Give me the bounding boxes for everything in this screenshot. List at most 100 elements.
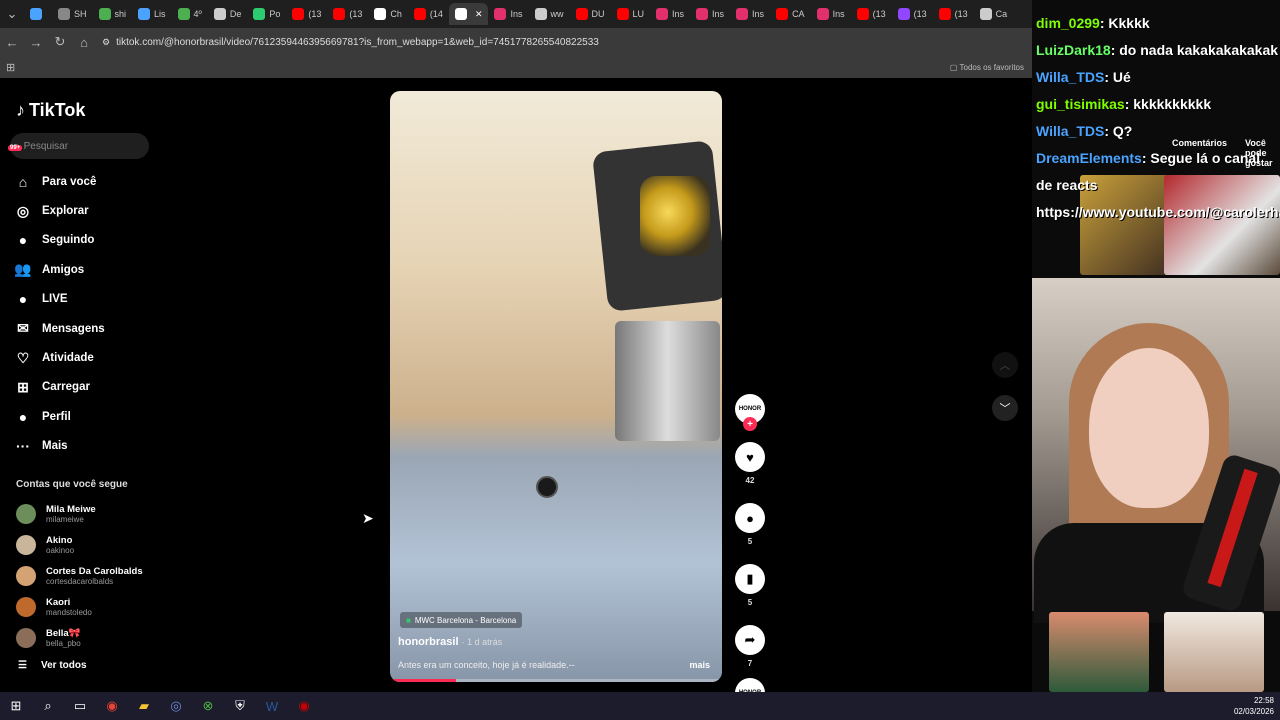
tab-close-icon[interactable]: ✕ — [475, 9, 483, 20]
share-arrow-icon: ➦ — [735, 625, 765, 655]
browser-tab[interactable]: Lis — [132, 3, 172, 25]
video-player[interactable]: ■ MWC Barcelona - Barcelona honorbrasil … — [390, 91, 722, 682]
browser-tab[interactable]: 4º — [172, 3, 208, 25]
search-taskbar-icon[interactable]: ⌕ — [32, 692, 64, 720]
browser-tab[interactable]: (13 — [851, 3, 892, 25]
browser-tab[interactable]: (13 — [327, 3, 368, 25]
search-input[interactable]: ⌕ Pesquisar — [10, 133, 149, 159]
forward-arrow-icon[interactable]: → — [24, 30, 48, 54]
sidebar-item-para-você[interactable]: ⌂ Para você — [14, 167, 174, 196]
tab-label: 4º — [193, 9, 202, 19]
share-action[interactable]: ➦ 7 — [735, 625, 765, 668]
sidebar-item-atividade[interactable]: ♡ 99+ Atividade — [8, 145, 174, 372]
browser-tab[interactable]: Ins — [690, 3, 730, 25]
chat-username: DreamElements — [1036, 150, 1142, 166]
followed-account[interactable]: Cortes Da Carolbalds cortesdacarolbalds — [16, 560, 186, 591]
browser-tab[interactable]: De — [208, 3, 248, 25]
home-button-icon[interactable]: ⌂ — [72, 30, 96, 54]
browser-tab[interactable]: Ch — [368, 3, 408, 25]
sidebar-item-perfil[interactable]: ● Perfil — [14, 402, 174, 431]
reload-icon[interactable]: ↻ — [48, 30, 72, 54]
tab-favicon-icon — [534, 8, 547, 20]
save-action[interactable]: ▮ 5 — [735, 564, 765, 607]
browser-tab[interactable]: CA — [770, 3, 811, 25]
task-view-icon[interactable]: ▭ — [64, 692, 96, 720]
shield-icon[interactable]: ⛨ — [224, 692, 256, 720]
sidebar-item-label: Amigos — [42, 263, 85, 276]
browser-tab[interactable]: SH — [52, 3, 93, 25]
account-text: Akino oakinoo — [46, 535, 74, 555]
account-handle: mandstoledo — [46, 607, 92, 617]
browser-tab[interactable]: shi — [93, 3, 133, 25]
chevron-down-icon[interactable]: ﹀ — [992, 395, 1018, 421]
chat-text: : kkkkkkkkkk — [1124, 96, 1212, 112]
followed-account[interactable]: Akino oakinoo — [16, 529, 186, 560]
browser-tab[interactable]: DU — [570, 3, 611, 25]
browser-tab[interactable]: (13 — [286, 3, 327, 25]
tiktok-logo[interactable]: ♪ TikTok — [16, 100, 85, 121]
discord-icon[interactable]: ◎ — [160, 692, 192, 720]
xbox-icon[interactable]: ⊗ — [192, 692, 224, 720]
comment-action[interactable]: ● 5 — [735, 503, 765, 546]
friends-icon: 👥 — [14, 261, 32, 278]
video-author[interactable]: honorbrasil · 1 d atrás — [398, 636, 502, 648]
tab-favicon-icon — [696, 8, 709, 20]
browser-tab[interactable]: Ins — [730, 3, 770, 25]
sidebar-item-carregar[interactable]: ⊞ Carregar — [14, 373, 174, 402]
sidebar-item-explorar[interactable]: ◎ Explorar — [14, 196, 174, 225]
file-explorer-icon[interactable]: ▰ — [128, 692, 160, 720]
creator-avatar[interactable]: HONOR + — [735, 394, 765, 431]
sidebar-nav: ⌂ Para você ◎ Explorar ● Seguindo 👥 Amigos ● LIVE… — [8, 145, 174, 461]
chrome-icon[interactable]: ◉ — [96, 692, 128, 720]
sidebar-item-amigos[interactable]: 👥 Amigos — [14, 255, 174, 284]
account-text: Cortes Da Carolbalds cortesdacarolbalds — [46, 566, 143, 586]
back-arrow-icon[interactable]: ← — [0, 30, 24, 54]
follow-plus-icon[interactable]: + — [743, 417, 757, 431]
browser-tab[interactable]: (13 — [892, 3, 933, 25]
apps-grid-icon[interactable]: ⊞ — [6, 61, 15, 74]
browser-tab[interactable]: (13 — [933, 3, 974, 25]
browser-tab[interactable]: Ins — [488, 3, 528, 25]
taskbar-clock[interactable]: 22:58 02/03/2026 — [1234, 695, 1274, 717]
location-tag[interactable]: ■ MWC Barcelona - Barcelona — [400, 612, 523, 628]
tab-favicon-icon — [656, 8, 669, 20]
browser-tab[interactable]: Ins — [650, 3, 690, 25]
tab-label: CA — [792, 9, 805, 19]
chevron-up-icon[interactable]: ︿ — [992, 352, 1018, 378]
account-handle: bella_pbo — [46, 638, 81, 648]
obs-icon[interactable]: ◉ — [288, 692, 320, 720]
account-handle: milameiwe — [46, 514, 84, 524]
tab-favicon-icon — [58, 8, 70, 20]
see-all-button[interactable]: ☰ Ver todos — [18, 660, 87, 671]
browser-tab[interactable]: Ca — [974, 3, 1014, 25]
browser-tab[interactable]: ww — [529, 3, 570, 25]
like-action[interactable]: ♥ 42 — [735, 442, 765, 485]
video-progress-bar[interactable] — [390, 679, 722, 682]
heart-icon: ♥ — [735, 442, 765, 472]
tab-comments[interactable]: Comentários — [1172, 138, 1227, 168]
browser-tab[interactable] — [24, 3, 52, 25]
chat-text: : Q? — [1104, 123, 1133, 139]
tab-list-chevron-icon[interactable]: ⌄ — [0, 2, 24, 26]
video-more-button[interactable]: mais — [689, 660, 710, 670]
windows-start-icon[interactable]: ⊞ — [0, 692, 32, 720]
sidebar-item-live[interactable]: ● LIVE — [14, 285, 174, 314]
chat-message: gui_tisimikas: kkkkkkkkkk — [1036, 91, 1280, 118]
browser-tab[interactable]: (14 — [408, 3, 449, 25]
site-info-icon[interactable]: ⚙ — [102, 37, 110, 48]
browser-tab[interactable]: Po — [247, 3, 286, 25]
followed-account[interactable]: Kaori mandstoledo — [16, 591, 186, 622]
word-icon[interactable]: W — [256, 692, 288, 720]
sidebar-item-mais[interactable]: ··· Mais — [14, 432, 174, 461]
sidebar-item-label: Carregar — [42, 381, 90, 394]
all-bookmarks-link[interactable]: ▢ Todos os favoritos — [950, 63, 1024, 72]
followed-account[interactable]: Mila Meiwe milameiwe — [16, 498, 186, 529]
tab-label: Ins — [672, 9, 685, 19]
followed-account[interactable]: Bella🎀 bella_pbo — [16, 622, 186, 653]
tab-you-may-like[interactable]: Você pode gostar — [1245, 138, 1280, 168]
browser-tab[interactable]: LU — [611, 3, 651, 25]
browser-tab[interactable]: ✕ — [448, 3, 489, 25]
sidebar-item-mensagens[interactable]: ✉ 99+ Mensagens — [8, 145, 174, 343]
sidebar-item-seguindo[interactable]: ● Seguindo — [14, 226, 174, 255]
browser-tab[interactable]: Ins — [811, 3, 851, 25]
